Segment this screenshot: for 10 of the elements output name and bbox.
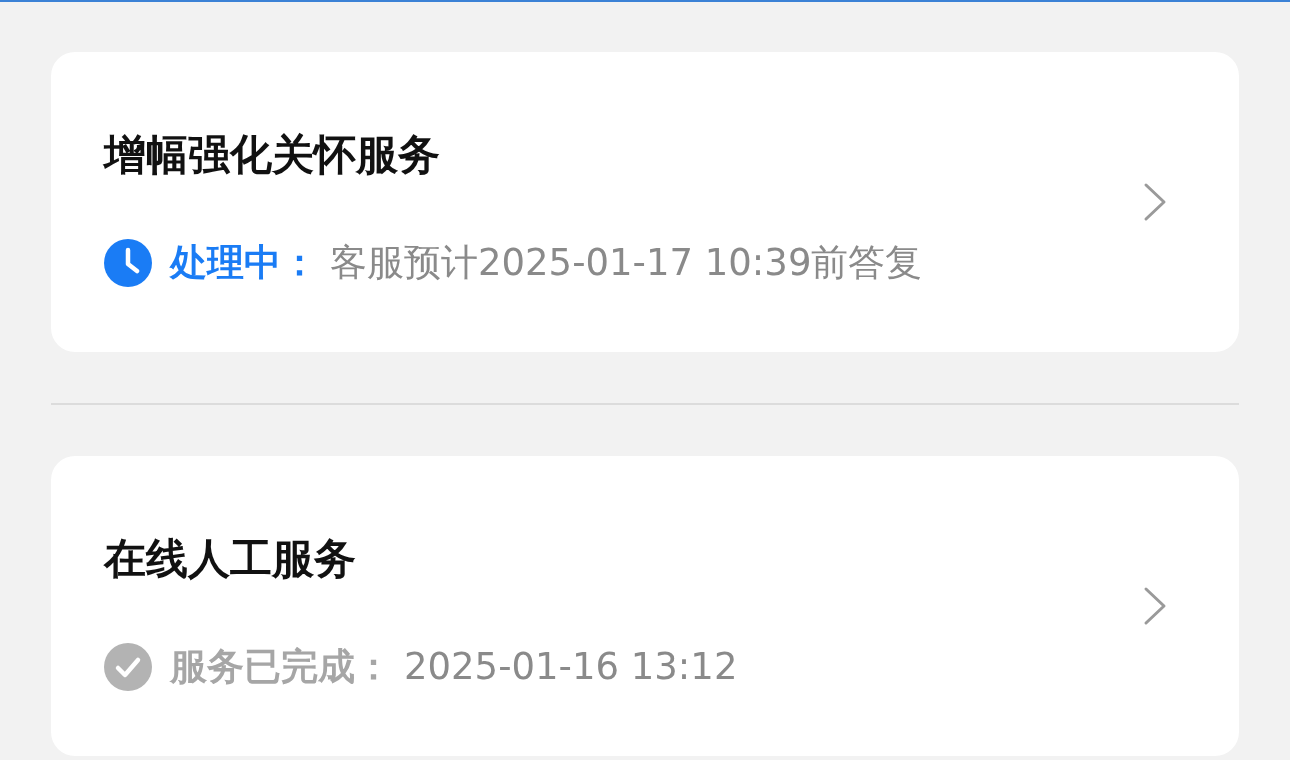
service-card[interactable]: 在线人工服务 服务已完成： 2025-01-16 13:12 [51,456,1239,756]
status-label: 处理中： [170,240,318,286]
service-card[interactable]: 增幅强化关怀服务 处理中： 客服预计2025-01-17 10:39前答复 [51,52,1239,352]
status-label: 服务已完成： [170,644,392,690]
service-title: 增幅强化关怀服务 [104,129,441,181]
service-title: 在线人工服务 [104,533,357,585]
chevron-icon [1143,586,1167,626]
status-detail: 客服预计2025-01-17 10:39前答复 [330,240,923,286]
status-detail: 2025-01-16 13:12 [404,644,738,690]
chevron-icon [1143,182,1167,222]
